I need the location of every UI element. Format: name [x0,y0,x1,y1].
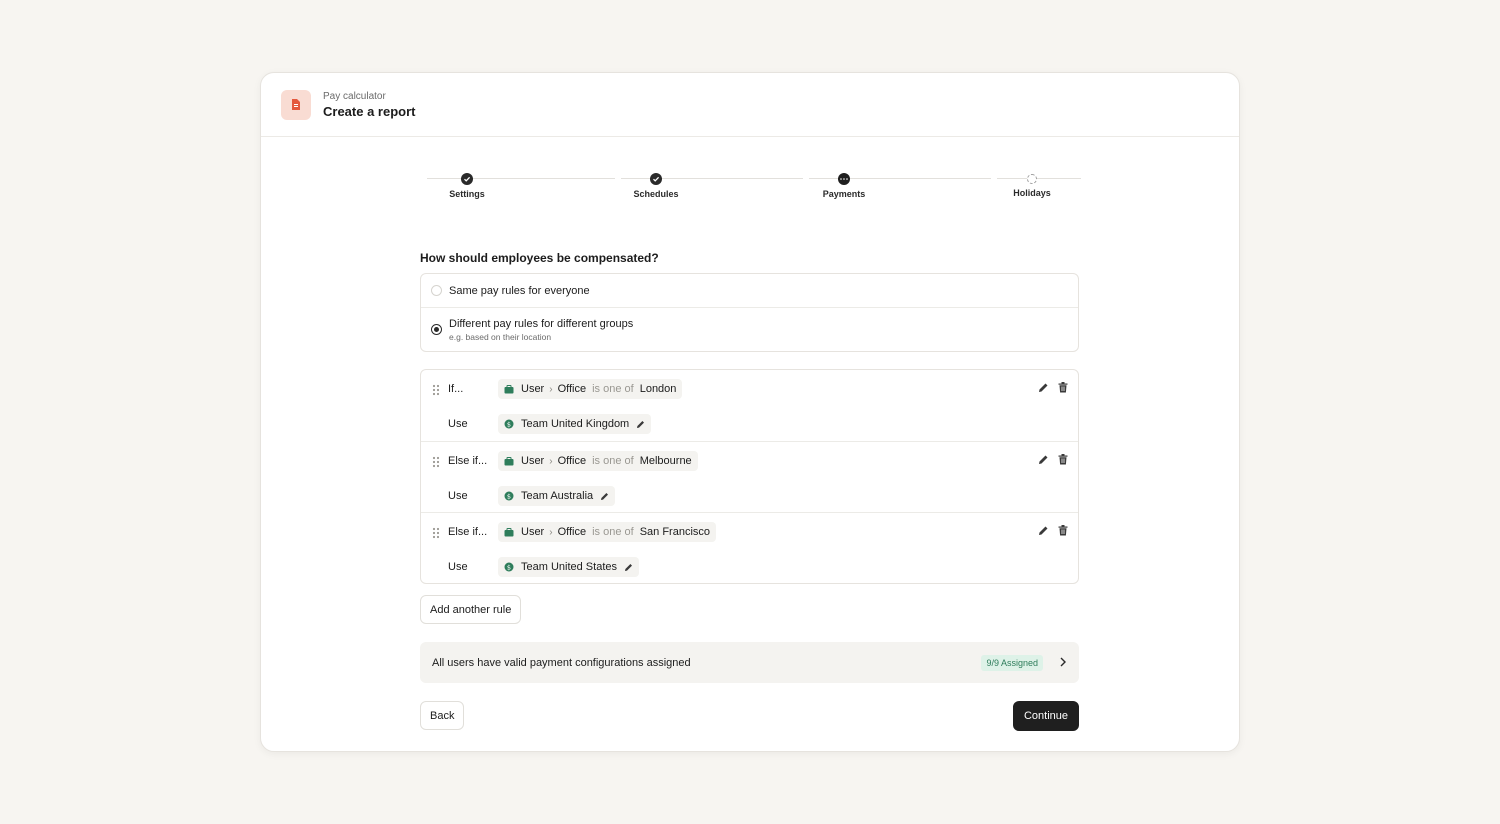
option-label: Different pay rules for different groups [449,318,634,330]
check-icon [461,173,473,185]
pencil-icon[interactable] [1038,380,1049,398]
briefcase-icon [504,527,514,537]
dollar-coin-icon: $ [504,419,514,429]
compensation-options: Same pay rules for everyone Different pa… [420,273,1079,352]
pencil-icon[interactable] [624,563,633,572]
step-payments[interactable]: Payments [784,173,904,199]
use-keyword: Use [448,561,468,573]
chevron-right-icon: › [549,383,553,395]
document-icon [281,89,311,120]
option-label: Same pay rules for everyone [449,284,590,297]
pay-rule: Else if... User › Office is one of San F… [421,512,1078,583]
chevron-right-icon: › [549,455,553,467]
summary-text: All users have valid payment configurati… [432,656,691,669]
condition-operator: is one of [592,383,634,395]
condition-value: San Francisco [639,526,711,538]
pay-rule: Else if... User › Office is one of Melbo… [421,441,1078,512]
form-question: How should employees be compensated? [420,251,659,265]
condition-operator: is one of [592,526,634,538]
condition-value: London [639,383,677,395]
step-label: Settings [449,189,485,199]
option-same-rules[interactable]: Same pay rules for everyone [421,274,1078,307]
condition-value: Melbourne [639,455,692,467]
team-name: Team United States [521,561,617,573]
use-keyword: Use [448,490,468,502]
radio-unchecked[interactable] [431,285,442,296]
header: Pay calculator Create a report [261,73,1239,137]
option-different-rules[interactable]: Different pay rules for different groups… [421,307,1078,351]
rule-keyword: Else if... [448,526,488,538]
condition-field: Office [557,383,587,395]
status-badge: 9/9 Assigned [981,654,1043,671]
check-icon [650,173,662,185]
payments-form: How should employees be compensated? Sam… [420,251,1079,731]
option-sublabel: e.g. based on their location [449,332,552,342]
grip-icon[interactable] [431,383,441,396]
rule-keyword: Else if... [448,455,488,467]
pay-rules-list: If... User › Office is one of London Use… [420,369,1079,584]
condition-pill[interactable]: User › Office is one of Melbourne [498,451,698,471]
grip-icon[interactable] [431,526,441,539]
step-holidays[interactable]: Holidays [972,173,1092,198]
trash-icon[interactable] [1058,523,1068,541]
grip-icon[interactable] [431,455,441,468]
dollar-coin-icon: $ [504,491,514,501]
add-rule-button[interactable]: Add another rule [420,595,522,624]
pay-rule: If... User › Office is one of London Use… [421,370,1078,441]
pencil-icon[interactable] [1038,523,1049,541]
stepper: Settings Schedules Payments Holidays [421,173,1081,203]
svg-text:$: $ [507,563,511,571]
chevron-right-icon: › [549,526,553,538]
briefcase-icon [504,456,514,466]
dollar-coin-icon: $ [504,562,514,572]
trash-icon[interactable] [1058,452,1068,470]
condition-pill[interactable]: User › Office is one of London [498,379,683,399]
use-keyword: Use [448,418,468,430]
step-settings[interactable]: Settings [407,173,527,199]
svg-text:$: $ [507,492,511,500]
back-button[interactable]: Back [420,701,465,730]
step-label: Payments [822,189,866,199]
trash-icon[interactable] [1058,380,1068,398]
radio-checked[interactable] [431,324,442,335]
continue-button[interactable]: Continue [1012,701,1079,731]
team-pill[interactable]: $ Team Australia [498,486,616,506]
pencil-icon[interactable] [600,492,609,501]
assignment-summary[interactable]: All users have valid payment configurati… [420,642,1079,683]
step-label: Schedules [633,189,679,199]
header-eyebrow: Pay calculator [323,90,386,102]
condition-entity: User [521,526,545,538]
condition-field: Office [557,455,587,467]
svg-text:$: $ [507,420,511,428]
pencil-icon[interactable] [1038,452,1049,470]
condition-pill[interactable]: User › Office is one of San Francisco [498,522,717,542]
team-name: Team United Kingdom [521,418,630,430]
pending-circle-icon [1027,174,1037,184]
form-footer: Back Continue [420,701,1079,731]
team-pill[interactable]: $ Team United Kingdom [498,414,652,434]
pencil-icon[interactable] [636,420,645,429]
ellipsis-icon [838,173,850,185]
page-title: Create a report [323,103,416,119]
team-pill[interactable]: $ Team United States [498,557,639,577]
condition-entity: User [521,455,545,467]
team-name: Team Australia [521,490,594,502]
briefcase-icon [504,384,514,394]
step-schedules[interactable]: Schedules [596,173,716,199]
condition-field: Office [557,526,587,538]
condition-operator: is one of [592,455,634,467]
rule-keyword: If... [448,383,464,395]
chevron-right-icon[interactable] [1059,654,1067,672]
report-card: Pay calculator Create a report Settings … [260,72,1240,752]
step-label: Holidays [1013,188,1051,198]
condition-entity: User [521,383,545,395]
